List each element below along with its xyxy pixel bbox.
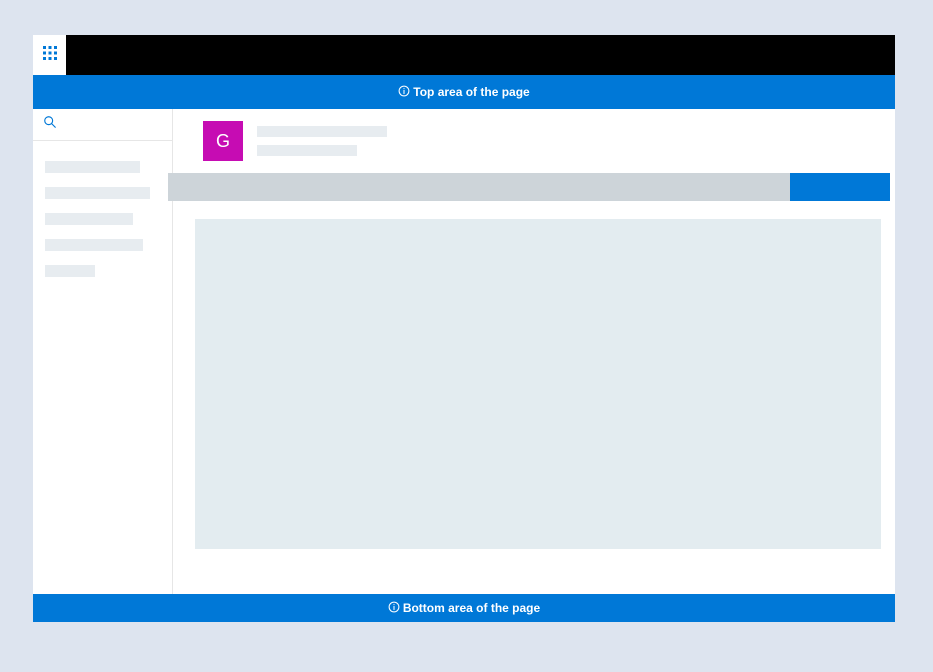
app-launcher-button[interactable] (33, 35, 66, 75)
nav-item-placeholder[interactable] (45, 239, 143, 251)
avatar-letter: G (216, 131, 230, 152)
info-icon (388, 601, 403, 616)
content-panel (195, 219, 881, 549)
search-input[interactable] (33, 109, 172, 141)
nav-list (33, 141, 172, 277)
toolbar-area[interactable] (168, 173, 790, 201)
app-frame: Top area of the page G (33, 35, 895, 622)
toolbar (168, 173, 890, 201)
profile-header: G (173, 109, 895, 173)
title-bar (66, 35, 895, 75)
nav-item-placeholder[interactable] (45, 187, 150, 199)
top-area-label: Top area of the page (413, 85, 529, 99)
nav-item-placeholder[interactable] (45, 213, 133, 225)
info-icon (398, 85, 413, 100)
avatar[interactable]: G (203, 121, 243, 161)
waffle-icon (42, 45, 58, 66)
bottom-area-callout: Bottom area of the page (33, 594, 895, 622)
search-icon (43, 115, 57, 134)
profile-name-placeholder (257, 126, 387, 137)
bottom-area-label: Bottom area of the page (403, 601, 540, 615)
toolbar-primary-button[interactable] (790, 173, 890, 201)
profile-text (257, 126, 387, 156)
main-content: G (173, 109, 895, 594)
nav-item-placeholder[interactable] (45, 161, 140, 173)
sidebar (33, 109, 173, 594)
nav-item-placeholder[interactable] (45, 265, 95, 277)
profile-subtitle-placeholder (257, 145, 357, 156)
top-area-callout: Top area of the page (33, 75, 895, 109)
